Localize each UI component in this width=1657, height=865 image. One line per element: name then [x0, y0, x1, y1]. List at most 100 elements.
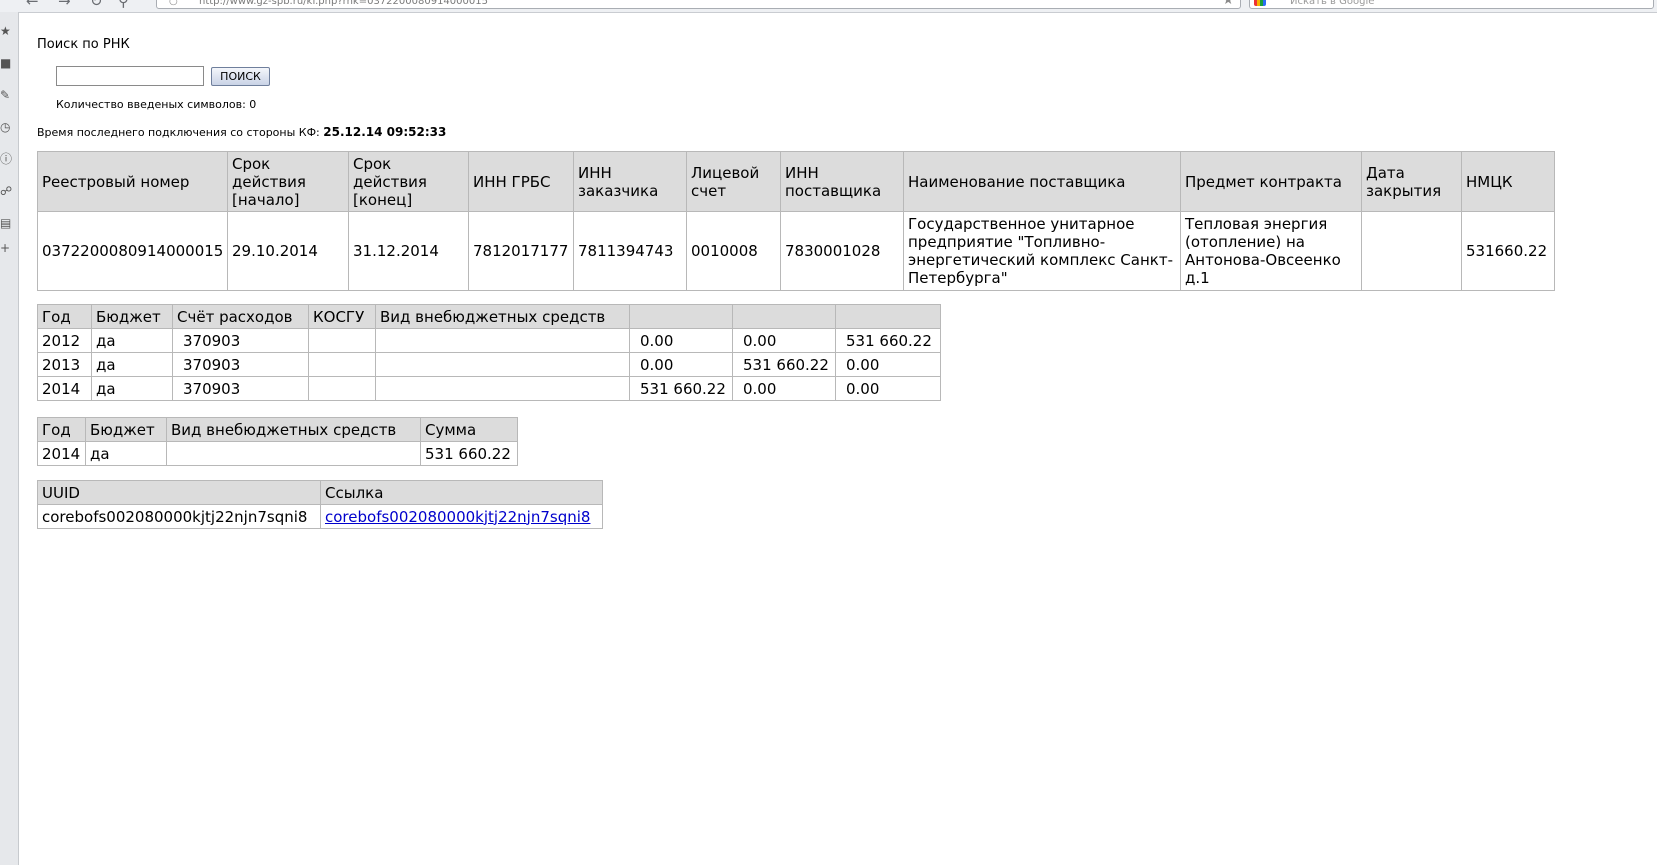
- header-amount-1: [629, 304, 733, 329]
- cell-year: 2014: [37, 441, 86, 466]
- rnk-search-input[interactable]: [56, 66, 204, 86]
- header-expense-account: Счёт расходов: [172, 304, 309, 329]
- cell-amount-3: 0.00: [835, 376, 941, 401]
- cell-offbudget-type: [375, 328, 630, 353]
- table-header-row: Год Бюджет Вид внебюджетных средств Сумм…: [37, 417, 518, 442]
- address-url: http://www.gz-spb.ru/kf.php?rnk=03722000…: [199, 0, 488, 7]
- address-bar[interactable]: ○ http://www.gz-spb.ru/kf.php?rnk=037220…: [156, 0, 1241, 9]
- table-header-row: UUID Ссылка: [37, 480, 603, 505]
- header-budget: Бюджет: [85, 417, 167, 442]
- header-account: Лицевой счет: [686, 151, 781, 212]
- header-uuid: UUID: [37, 480, 321, 505]
- cell-kosgu: [308, 376, 376, 401]
- cell-inn-grbs: 7812017177: [468, 211, 574, 291]
- page-title: Поиск по РНК: [37, 37, 130, 52]
- table-row: 0372200080914000015 29.10.2014 31.12.201…: [37, 211, 1555, 291]
- cell-sum: 531 660.22: [420, 441, 518, 466]
- header-supplier-name: Наименование поставщика: [903, 151, 1181, 212]
- table-row: 2014 да 370903 531 660.22 0.00 0.00: [37, 376, 941, 401]
- table-row: corebofs002080000kjtj22njn7sqni8 corebof…: [37, 504, 603, 529]
- cell-expense-account: 370903: [172, 376, 309, 401]
- header-nmck: НМЦК: [1461, 151, 1555, 212]
- cell-nmck: 531660.22: [1461, 211, 1555, 291]
- cell-amount-3: 531 660.22: [835, 328, 941, 353]
- cell-end-date: 31.12.2014: [348, 211, 469, 291]
- header-inn-customer: ИНН заказчика: [573, 151, 687, 212]
- contract-table: Реестровый номер Срок действия [начало] …: [37, 151, 1555, 291]
- cell-inn-supplier: 7830001028: [780, 211, 904, 291]
- cell-kosgu: [308, 328, 376, 353]
- cell-year: 2012: [37, 328, 92, 353]
- cell-amount-2: 0.00: [732, 376, 836, 401]
- cell-uuid: corebofs002080000kjtj22njn7sqni8: [37, 504, 321, 529]
- info-icon[interactable]: ⓘ: [0, 153, 12, 165]
- header-year: Год: [37, 304, 92, 329]
- cell-start-date: 29.10.2014: [227, 211, 349, 291]
- cell-year: 2014: [37, 376, 92, 401]
- cell-budget: да: [91, 352, 173, 377]
- header-link: Ссылка: [320, 480, 603, 505]
- cell-offbudget-type: [375, 352, 630, 377]
- cell-offbudget-type: [375, 376, 630, 401]
- browser-sidebar: ★ ■ ✎ ◷ ⓘ ☍ ▤ +: [0, 12, 19, 865]
- last-connection-value: 25.12.14 09:52:33: [323, 125, 447, 139]
- bookmark-star-icon[interactable]: ★: [1222, 0, 1234, 8]
- table-row: 2012 да 370903 0.00 0.00 531 660.22: [37, 328, 941, 353]
- browser-search-placeholder: Искать в Google: [1290, 0, 1375, 7]
- cell-close-date: [1361, 211, 1462, 291]
- cell-inn-customer: 7811394743: [573, 211, 687, 291]
- cell-amount-3: 0.00: [835, 352, 941, 377]
- last-connection-label: Время последнего подключения со стороны …: [37, 126, 324, 139]
- header-reg-number: Реестровый номер: [37, 151, 228, 212]
- years-budget-table: Год Бюджет Счёт расходов КОСГУ Вид внебю…: [37, 304, 941, 401]
- star-icon[interactable]: ★: [0, 25, 12, 37]
- character-counter: Количество введеных символов: 0: [56, 98, 257, 111]
- cell-kosgu: [308, 352, 376, 377]
- cell-expense-account: 370903: [172, 352, 309, 377]
- header-sum: Сумма: [420, 417, 518, 442]
- browser-search-box[interactable]: ˇ Искать в Google: [1249, 0, 1654, 9]
- uuid-table: UUID Ссылка corebofs002080000kjtj22njn7s…: [37, 480, 603, 529]
- chevron-down-icon[interactable]: ˇ: [1270, 0, 1275, 9]
- header-contract-subject: Предмет контракта: [1180, 151, 1362, 212]
- last-connection-info: Время последнего подключения со стороны …: [37, 125, 446, 139]
- cell-contract-subject: Тепловая энергия (отопление) на Антонова…: [1180, 211, 1362, 291]
- reload-icon[interactable]: ↻: [90, 0, 103, 9]
- header-close-date: Дата закрытия: [1361, 151, 1462, 212]
- table-header-row: Год Бюджет Счёт расходов КОСГУ Вид внебю…: [37, 304, 941, 329]
- header-inn-supplier: ИНН поставщика: [780, 151, 904, 212]
- header-kosgu: КОСГУ: [308, 304, 376, 329]
- sum-table: Год Бюджет Вид внебюджетных средств Сумм…: [37, 417, 518, 466]
- google-logo-icon: [1254, 0, 1266, 6]
- forward-arrow-icon[interactable]: →: [58, 0, 71, 9]
- cell-amount-1: 531 660.22: [629, 376, 733, 401]
- note-icon[interactable]: ■: [0, 57, 12, 69]
- header-end-date: Срок действия [конец]: [348, 151, 469, 212]
- pencil-icon[interactable]: ✎: [0, 89, 12, 101]
- header-inn-grbs: ИНН ГРБС: [468, 151, 574, 212]
- add-icon[interactable]: +: [0, 242, 12, 254]
- uuid-link[interactable]: corebofs002080000kjtj22njn7sqni8: [325, 508, 590, 526]
- table-icon[interactable]: ▤: [0, 217, 12, 229]
- cell-amount-2: 0.00: [732, 328, 836, 353]
- cell-expense-account: 370903: [172, 328, 309, 353]
- header-budget: Бюджет: [91, 304, 173, 329]
- browser-toolbar: ← → ↻ ⚲ ○ http://www.gz-spb.ru/kf.php?rn…: [0, 0, 1657, 13]
- table-row: 2014 да 531 660.22: [37, 441, 518, 466]
- header-offbudget-type: Вид внебюджетных средств: [166, 417, 421, 442]
- key-icon[interactable]: ⚲: [118, 0, 129, 9]
- cell-amount-2: 531 660.22: [732, 352, 836, 377]
- cell-reg-number: 0372200080914000015: [37, 211, 228, 291]
- cell-budget: да: [91, 376, 173, 401]
- cell-amount-1: 0.00: [629, 352, 733, 377]
- header-year: Год: [37, 417, 86, 442]
- back-arrow-icon[interactable]: ←: [26, 0, 39, 9]
- link-icon[interactable]: ☍: [0, 185, 12, 197]
- cell-year: 2013: [37, 352, 92, 377]
- cell-offbudget-type: [166, 441, 421, 466]
- history-clock-icon[interactable]: ◷: [0, 121, 12, 133]
- header-offbudget-type: Вид внебюджетных средств: [375, 304, 630, 329]
- table-row: 2013 да 370903 0.00 531 660.22 0.00: [37, 352, 941, 377]
- cell-amount-1: 0.00: [629, 328, 733, 353]
- search-button[interactable]: ПОИСК: [211, 67, 270, 86]
